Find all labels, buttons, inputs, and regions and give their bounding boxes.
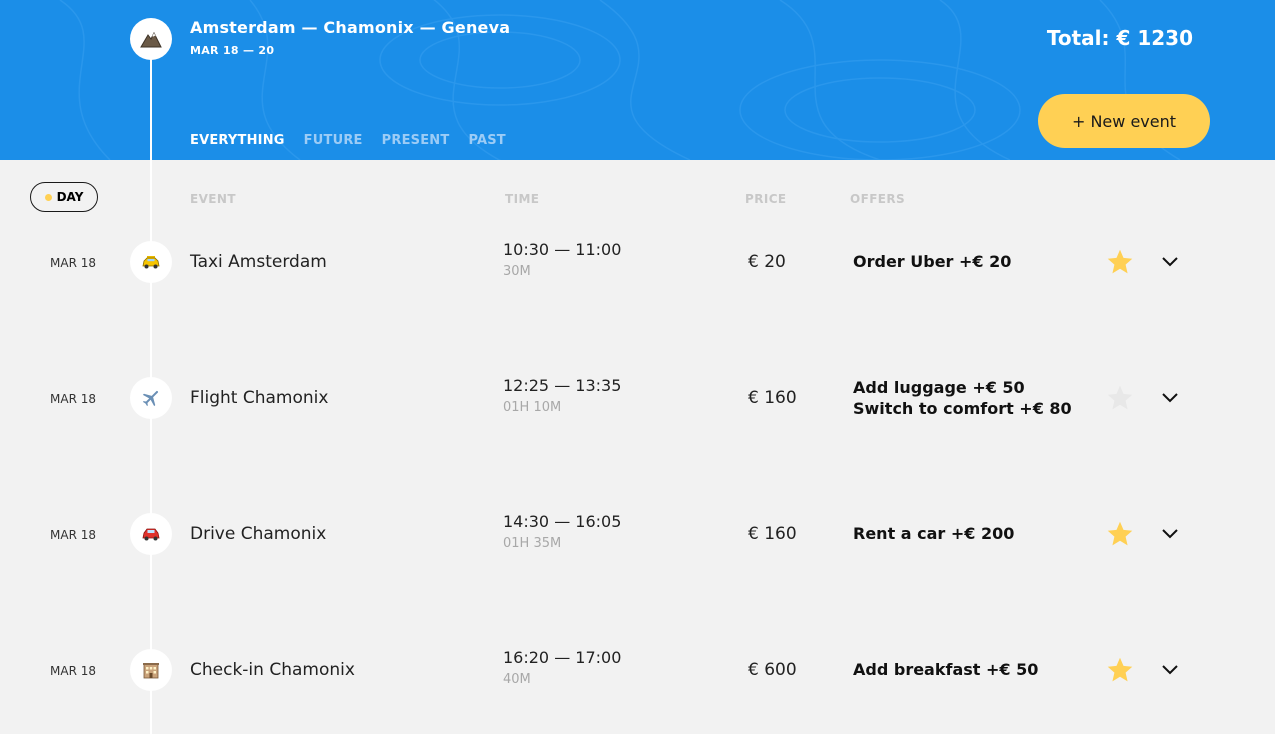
filter-everything[interactable]: EVERYTHING: [190, 133, 285, 148]
event-time: 14:30 — 16:05: [503, 512, 622, 531]
expand-chevron-icon[interactable]: [1159, 386, 1181, 408]
sort-event[interactable]: EVENT: [190, 192, 236, 206]
event-time: 12:25 — 13:35: [503, 376, 622, 395]
airplane-icon: [130, 377, 172, 419]
filter-tabs: EVERYTHING FUTURE PRESENT PAST: [190, 133, 506, 148]
event-name: Flight Chamonix: [190, 388, 329, 408]
event-name: Check-in Chamonix: [190, 660, 355, 680]
favorite-star-icon[interactable]: [1106, 248, 1134, 276]
filter-past[interactable]: PAST: [468, 133, 505, 148]
event-row: MAR 18 Taxi Amsterdam 10:30 — 11:00 30M …: [0, 232, 1275, 292]
offers-header: OFFERS: [850, 192, 906, 206]
favorite-star-icon[interactable]: [1106, 656, 1134, 684]
expand-chevron-icon[interactable]: [1159, 522, 1181, 544]
offer-item: Add breakfast +€ 50: [853, 660, 1039, 679]
event-time: 16:20 — 17:00: [503, 648, 622, 667]
event-date: MAR 18: [50, 392, 96, 406]
event-date: MAR 18: [50, 664, 96, 678]
hotel-icon: [130, 649, 172, 691]
trip-title: Amsterdam — Chamonix — Geneva: [190, 18, 511, 37]
expand-chevron-icon[interactable]: [1159, 250, 1181, 272]
filter-future[interactable]: FUTURE: [304, 133, 363, 148]
offer-item: Rent a car +€ 200: [853, 524, 1015, 543]
event-duration: 40M: [503, 672, 531, 687]
event-offers: Add breakfast +€ 50: [853, 659, 1038, 680]
filter-present[interactable]: PRESENT: [382, 133, 450, 148]
event-date: MAR 18: [50, 528, 96, 542]
sort-active-dot: [44, 193, 52, 201]
event-price: € 600: [748, 660, 797, 680]
event-row: MAR 18 Flight Chamonix 12:25 — 13:35 01H…: [0, 368, 1275, 428]
event-date: MAR 18: [50, 256, 96, 270]
sort-price[interactable]: PRICE: [745, 192, 787, 206]
trip-header: Amsterdam — Chamonix — Geneva MAR 18 — 2…: [0, 0, 1275, 160]
trip-dates: MAR 18 — 20: [190, 44, 275, 57]
event-offers: Order Uber +€ 20: [853, 251, 1011, 272]
sort-day-button[interactable]: DAY: [30, 182, 98, 212]
event-price: € 20: [748, 252, 786, 272]
event-name: Taxi Amsterdam: [190, 252, 327, 272]
event-offers: Add luggage +€ 50 Switch to comfort +€ 8…: [853, 377, 1072, 419]
event-row: MAR 18 Drive Chamonix 14:30 — 16:05 01H …: [0, 504, 1275, 564]
event-name: Drive Chamonix: [190, 524, 327, 544]
mountain-icon: [130, 18, 172, 60]
offer-item: Order Uber +€ 20: [853, 252, 1012, 271]
new-event-button[interactable]: + New event: [1038, 94, 1210, 148]
offer-item: Add luggage +€ 50: [853, 378, 1025, 397]
event-price: € 160: [748, 388, 797, 408]
taxi-icon: [130, 241, 172, 283]
event-price: € 160: [748, 524, 797, 544]
sort-time[interactable]: TIME: [505, 192, 539, 206]
event-duration: 01H 10M: [503, 400, 562, 415]
favorite-star-icon[interactable]: [1106, 520, 1134, 548]
offer-item: Switch to comfort +€ 80: [853, 399, 1072, 418]
favorite-star-icon[interactable]: [1106, 384, 1134, 412]
event-offers: Rent a car +€ 200: [853, 523, 1014, 544]
expand-chevron-icon[interactable]: [1159, 658, 1181, 680]
event-duration: 30M: [503, 264, 531, 279]
event-time: 10:30 — 11:00: [503, 240, 622, 259]
sort-day-label: DAY: [56, 190, 84, 204]
event-row: MAR 18 Check-in Chamonix 16:20 — 17:00 4…: [0, 640, 1275, 700]
event-duration: 01H 35M: [503, 536, 562, 551]
car-icon: [130, 513, 172, 555]
trip-total: Total: € 1230: [1046, 26, 1193, 50]
